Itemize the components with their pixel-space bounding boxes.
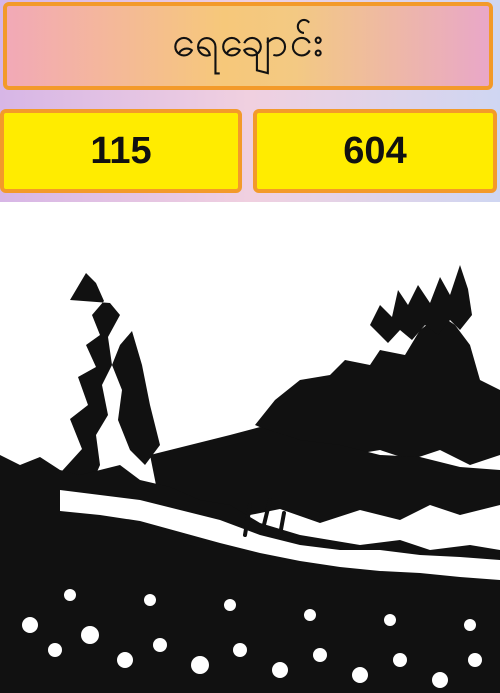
- page-title: ရေချောင်း: [171, 17, 325, 66]
- page: ရေချောင်း 115 604: [0, 0, 500, 693]
- number-box-left[interactable]: 115: [0, 109, 242, 193]
- number-right-value: 604: [343, 129, 407, 172]
- left-tree-2: [112, 331, 160, 465]
- title-banner: ရေချောင်း: [3, 2, 493, 90]
- landscape-illustration-svg: [0, 265, 500, 693]
- landscape-illustration: [0, 205, 500, 693]
- number-left-value: 115: [90, 129, 152, 172]
- number-box-right[interactable]: 604: [253, 109, 497, 193]
